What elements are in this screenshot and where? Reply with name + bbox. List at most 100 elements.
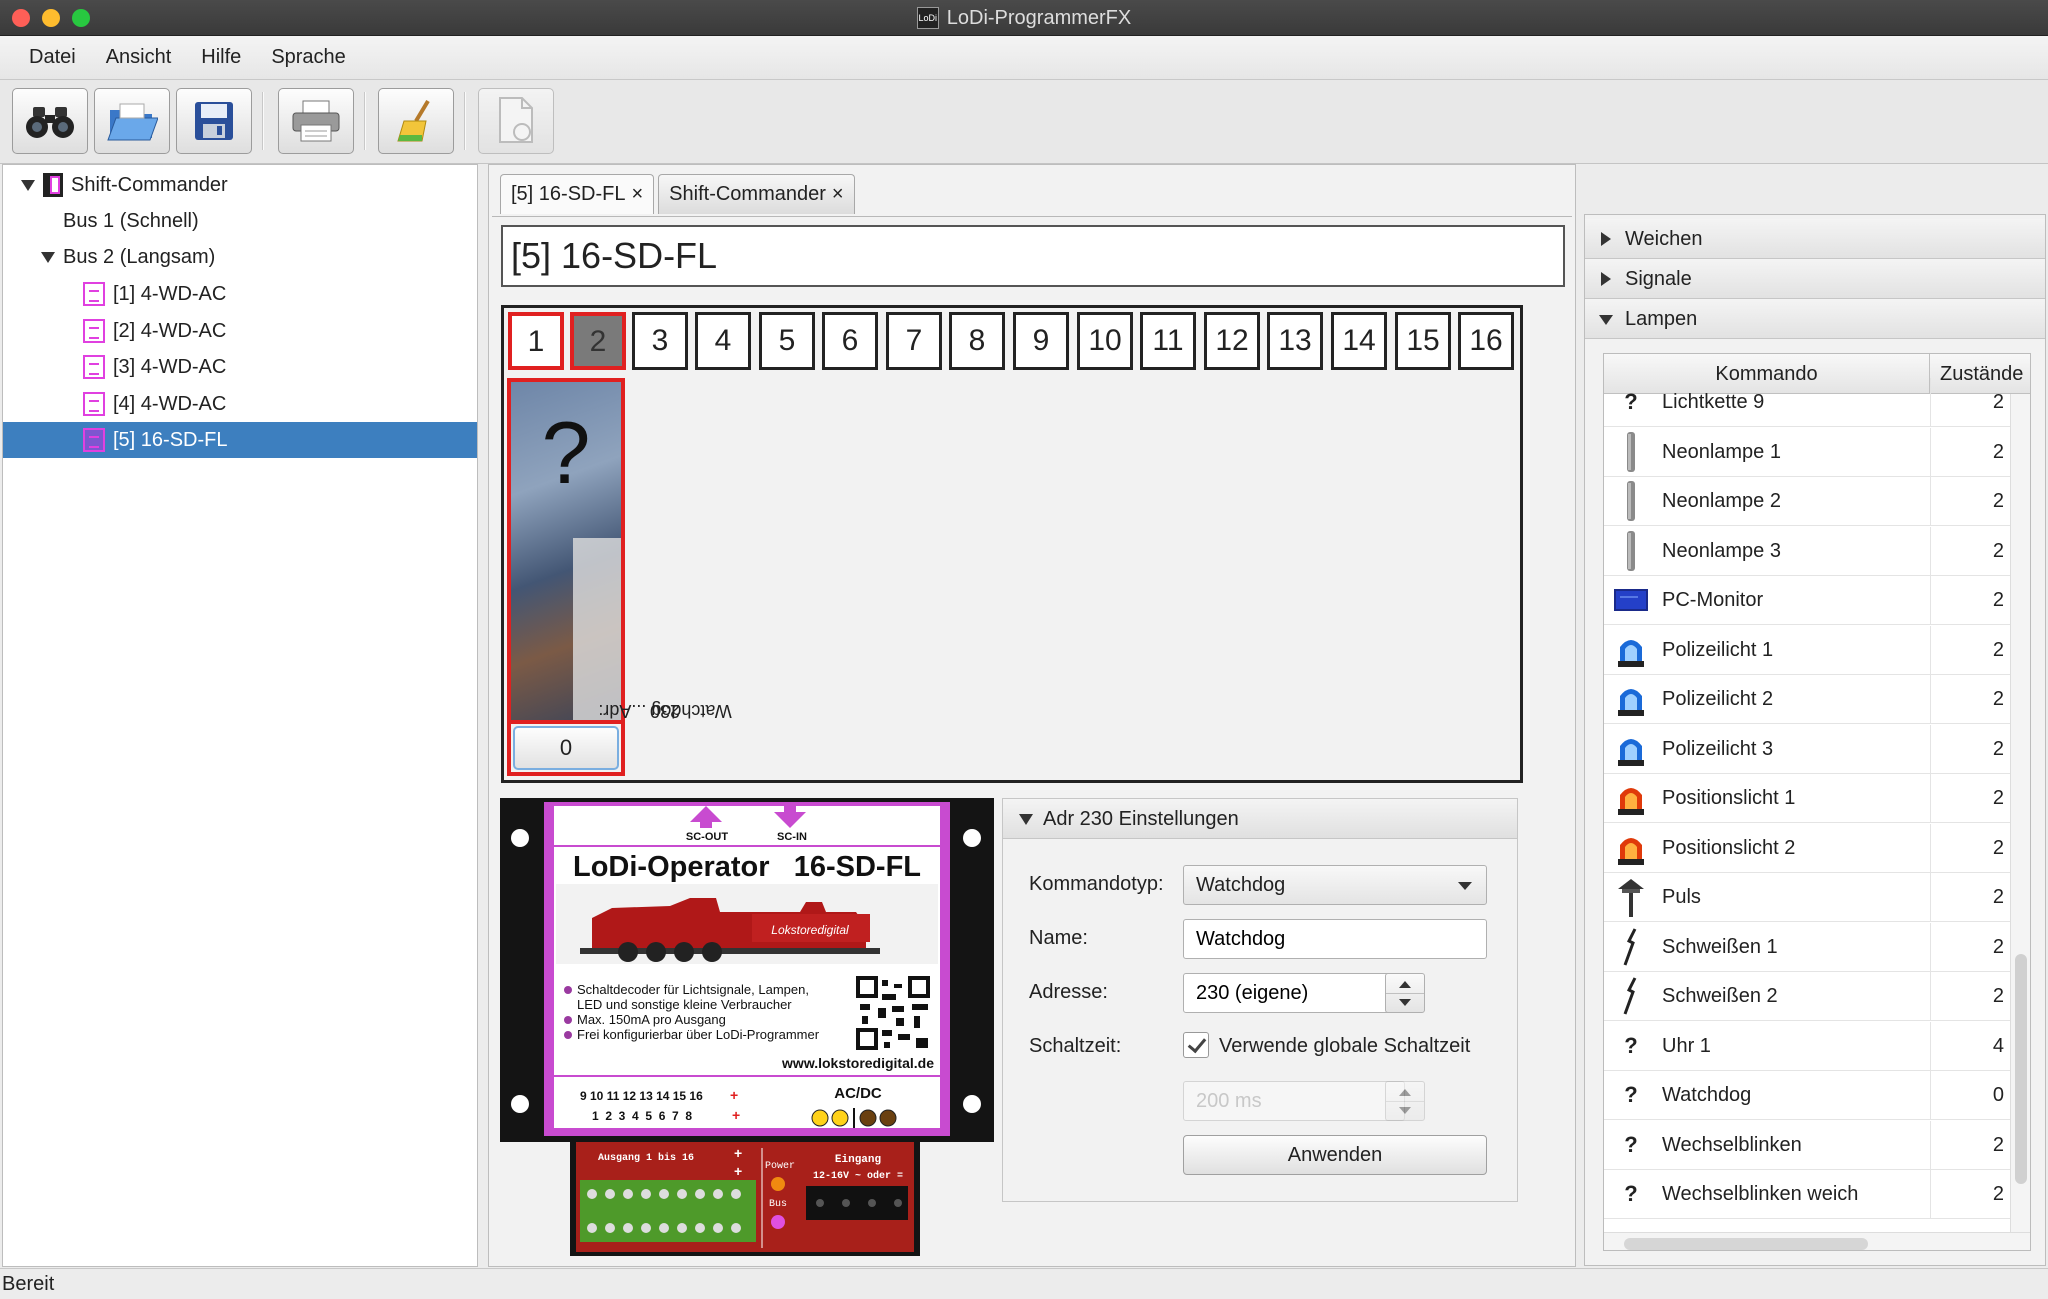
channel-button-14[interactable]: 14 xyxy=(1331,312,1387,370)
table-row[interactable]: Positionslicht 2 2 xyxy=(1604,823,2010,873)
adresse-input[interactable] xyxy=(1183,973,1405,1013)
table-row[interactable]: ? Lichtkette 9 2 xyxy=(1604,378,2010,427)
search-decoder-button[interactable] xyxy=(12,88,88,154)
schaltzeit-input[interactable] xyxy=(1183,1081,1405,1121)
table-row[interactable]: Puls 2 xyxy=(1604,873,2010,922)
section-weichen[interactable]: Weichen xyxy=(1585,219,2045,259)
scrollbar-thumb[interactable] xyxy=(2015,954,2027,1184)
tab-bar: [5] 16-SD-FL × Shift-Commander × xyxy=(500,172,859,216)
decoder-module-icon xyxy=(83,319,105,343)
global-schaltzeit-checkbox[interactable] xyxy=(1183,1032,1209,1058)
table-row[interactable]: Schweißen 2 2 xyxy=(1604,972,2010,1021)
table-row[interactable]: Polizeilicht 3 2 xyxy=(1604,724,2010,774)
clean-button[interactable] xyxy=(378,88,454,154)
command-name: Polizeilicht 2 xyxy=(1662,688,1774,710)
tree-item-bus-2[interactable]: Bus 2 (Langsam) xyxy=(3,239,477,275)
open-file-button[interactable] xyxy=(94,88,170,154)
table-row[interactable]: PC-Monitor 2 xyxy=(1604,576,2010,625)
channel-button-2[interactable]: 2 xyxy=(570,312,626,370)
command-name: Wechselblinken weich xyxy=(1662,1183,1859,1205)
table-row[interactable]: ? Watchdog 0 xyxy=(1604,1071,2010,1120)
section-label: Signale xyxy=(1625,268,1692,290)
question-icon: ? xyxy=(1624,1032,1638,1058)
adresse-stepper[interactable] xyxy=(1385,973,1425,1013)
tree-item-module-5[interactable]: [5] 16-SD-FL xyxy=(3,422,477,458)
channel-button-9[interactable]: 9 xyxy=(1013,312,1069,370)
channel-button-16[interactable]: 16 xyxy=(1458,312,1514,370)
output-tile[interactable]: ? Watchdog ...Adr: 230 xyxy=(507,378,732,726)
channel-button-1[interactable]: 1 xyxy=(508,312,564,370)
svg-text:+: + xyxy=(730,1087,738,1103)
print-button[interactable] xyxy=(278,88,354,154)
tree-item-shift-commander[interactable]: Shift-Commander xyxy=(3,167,477,203)
channel-button-12[interactable]: 12 xyxy=(1204,312,1260,370)
table-row[interactable]: Schweißen 1 2 xyxy=(1604,922,2010,972)
command-name: Polizeilicht 1 xyxy=(1662,638,1774,661)
tab-16-sd-fl[interactable]: [5] 16-SD-FL × xyxy=(500,174,655,214)
board-bullet-4: Frei konfigurierbar über LoDi-Programmer xyxy=(577,1027,820,1042)
kommandotyp-select[interactable]: Watchdog xyxy=(1183,865,1487,905)
save-file-button[interactable] xyxy=(176,88,252,154)
state-count: 2 xyxy=(1930,873,2010,922)
table-row[interactable]: Polizeilicht 2 2 xyxy=(1604,675,2010,724)
table-row[interactable]: Neonlampe 1 2 xyxy=(1604,427,2010,477)
channel-button-6[interactable]: 6 xyxy=(822,312,878,370)
channel-button-10[interactable]: 10 xyxy=(1077,312,1133,370)
table-row[interactable]: Neonlampe 3 2 xyxy=(1604,526,2010,576)
channel-button-15[interactable]: 15 xyxy=(1395,312,1451,370)
command-name: Schweißen 2 xyxy=(1662,985,1778,1007)
state-count: 2 xyxy=(1930,675,2010,724)
collapse-arrow-icon[interactable] xyxy=(1019,814,1033,825)
tree-item-label: [5] 16-SD-FL xyxy=(113,428,228,451)
table-row[interactable]: Polizeilicht 1 2 xyxy=(1604,625,2010,675)
channel-button-8[interactable]: 8 xyxy=(949,312,1005,370)
decoder-module-icon xyxy=(83,282,105,306)
output-state-button[interactable]: 0 xyxy=(513,726,619,770)
horizontal-scrollbar[interactable] xyxy=(1604,1232,2030,1250)
tree-item-module-2[interactable]: [2] 4-WD-AC xyxy=(3,313,477,349)
position-light-icon xyxy=(1614,780,1648,816)
menu-hilfe[interactable]: Hilfe xyxy=(186,46,256,69)
close-tab-icon[interactable]: × xyxy=(832,183,844,206)
tree-item-bus-1[interactable]: Bus 1 (Schnell) xyxy=(3,203,477,239)
channel-button-4[interactable]: 4 xyxy=(695,312,751,370)
tab-shift-commander[interactable]: Shift-Commander × xyxy=(658,174,855,214)
tree-item-module-3[interactable]: [3] 4-WD-AC xyxy=(3,349,477,385)
state-count: 2 xyxy=(1930,378,2010,427)
refresh-document-button[interactable] xyxy=(478,88,554,154)
channel-button-7[interactable]: 7 xyxy=(886,312,942,370)
table-row[interactable]: Neonlampe 2 2 xyxy=(1604,477,2010,526)
channel-button-3[interactable]: 3 xyxy=(632,312,688,370)
menu-datei[interactable]: Datei xyxy=(14,46,91,69)
police-light-icon xyxy=(1614,632,1648,668)
table-row[interactable]: ? Wechselblinken 2 xyxy=(1604,1120,2010,1170)
state-count: 2 xyxy=(1930,1120,2010,1170)
menu-sprache[interactable]: Sprache xyxy=(256,46,361,69)
board-bullet-3: Max. 150mA pro Ausgang xyxy=(577,1012,726,1027)
section-signale[interactable]: Signale xyxy=(1585,259,2045,299)
schaltzeit-stepper[interactable] xyxy=(1385,1081,1425,1121)
table-row[interactable]: ? Uhr 1 4 xyxy=(1604,1021,2010,1071)
expand-arrow-icon[interactable] xyxy=(41,251,55,263)
channel-button-11[interactable]: 11 xyxy=(1140,312,1196,370)
expand-arrow-icon xyxy=(1601,232,1611,246)
command-name: Neonlampe 3 xyxy=(1662,539,1781,562)
scrollbar-thumb[interactable] xyxy=(1624,1238,1868,1250)
channel-button-13[interactable]: 13 xyxy=(1267,312,1323,370)
menu-ansicht[interactable]: Ansicht xyxy=(91,46,187,69)
table-row[interactable]: ? Wechselblinken weich 2 xyxy=(1604,1170,2010,1219)
channel-button-5[interactable]: 5 xyxy=(759,312,815,370)
close-tab-icon[interactable]: × xyxy=(631,183,643,206)
output-label-line2: 230 xyxy=(649,701,681,721)
settings-header[interactable]: Adr 230 Einstellungen xyxy=(1003,799,1517,839)
section-lampen[interactable]: Lampen xyxy=(1585,299,2045,339)
toolbar xyxy=(0,80,2048,164)
tree-item-module-4[interactable]: [4] 4-WD-AC xyxy=(3,386,477,422)
table-row[interactable]: Positionslicht 1 2 xyxy=(1604,774,2010,823)
apply-button[interactable]: Anwenden xyxy=(1183,1135,1487,1175)
expand-arrow-icon[interactable] xyxy=(21,179,35,191)
name-input[interactable] xyxy=(1183,919,1487,959)
command-name: Positionslicht 1 xyxy=(1662,787,1796,809)
vertical-scrollbar[interactable] xyxy=(2010,394,2030,1232)
tree-item-module-1[interactable]: [1] 4-WD-AC xyxy=(3,276,477,312)
